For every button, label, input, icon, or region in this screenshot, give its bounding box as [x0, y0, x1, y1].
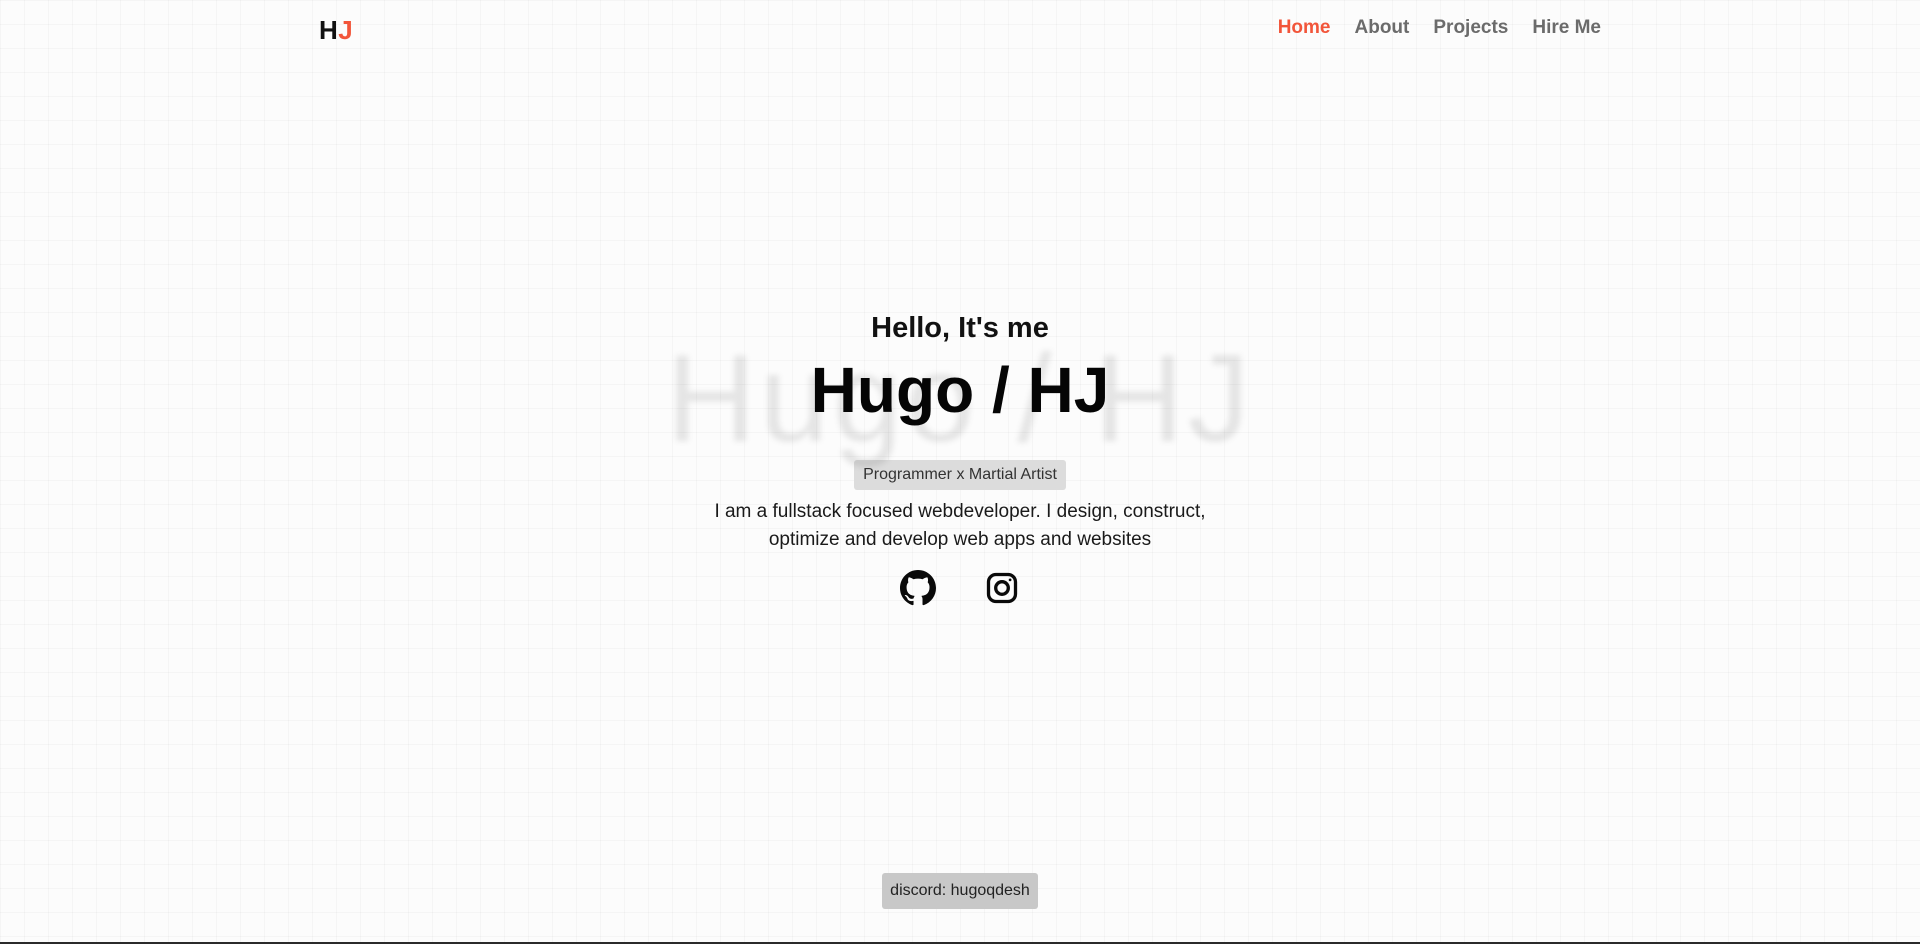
hero-name-wrap: Hugo / HJ Hugo / HJ	[0, 337, 1920, 461]
nav-link-home[interactable]: Home	[1278, 17, 1331, 39]
hero-section: Hello, It's me Hugo / HJ Hugo / HJ Progr…	[0, 308, 1920, 606]
nav-link-projects[interactable]: Projects	[1433, 17, 1508, 39]
logo-letter-j: J	[338, 15, 354, 45]
social-links	[0, 570, 1920, 606]
nav-link-hire-me[interactable]: Hire Me	[1532, 17, 1601, 39]
discord-wrap: discord: hugoqdesh	[0, 873, 1920, 909]
github-icon	[900, 570, 936, 606]
discord-badge: discord: hugoqdesh	[882, 873, 1038, 909]
main-nav: Home About Projects Hire Me	[1278, 17, 1601, 39]
instagram-icon	[986, 572, 1018, 604]
logo-letter-h: H	[319, 15, 339, 45]
hero-name: Hugo / HJ	[810, 354, 1110, 426]
instagram-link[interactable]	[984, 570, 1020, 606]
github-link[interactable]	[900, 570, 936, 606]
nav-link-about[interactable]: About	[1355, 17, 1410, 39]
hero-bio: I am a fullstack focused webdeveloper. I…	[714, 501, 1206, 550]
site-logo[interactable]: HJ	[319, 15, 353, 46]
